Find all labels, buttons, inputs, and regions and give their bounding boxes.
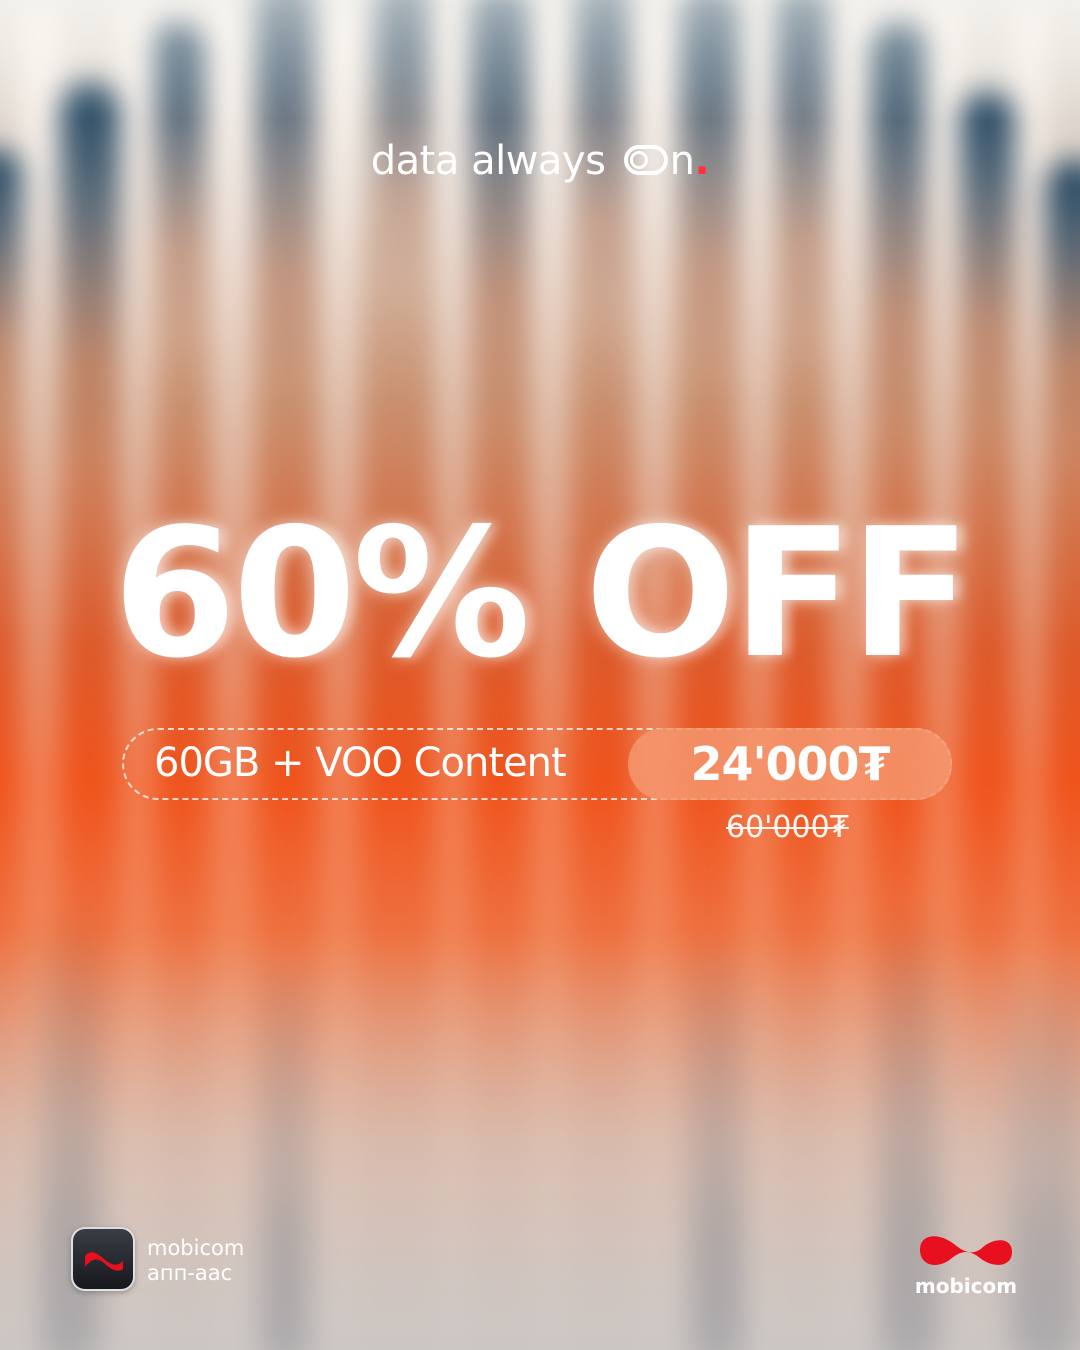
top-fade	[0, 0, 1080, 120]
tagline-dot: .	[694, 138, 710, 184]
app-caption-line1: mobicom	[147, 1236, 245, 1260]
mobicom-app-icon	[71, 1227, 135, 1291]
app-caption-line2: апп-аас	[147, 1261, 233, 1285]
offer-price: 24'000₮	[628, 728, 952, 800]
app-caption: mobicom апп-аас	[147, 1236, 244, 1286]
mobicom-logo: mobicom	[906, 1228, 1026, 1298]
brand-name: mobicom	[914, 1274, 1018, 1298]
mobicom-logo-icon	[920, 1236, 1012, 1265]
tagline: data always n.	[0, 138, 1080, 184]
app-logo-mark	[85, 1252, 123, 1271]
tagline-text: data always	[370, 138, 618, 184]
offer-pill: 60GB + VOO Content 24'000₮	[122, 728, 952, 800]
tagline-text-end: n	[669, 138, 695, 184]
promo-poster: data always n. 60% OFF 60GB + VOO Conten…	[0, 0, 1080, 1350]
headline-discount: 60% OFF	[112, 490, 972, 697]
old-price: 60'000₮	[726, 810, 849, 845]
toggle-icon	[623, 145, 668, 175]
offer-description: 60GB + VOO Content	[154, 740, 567, 786]
